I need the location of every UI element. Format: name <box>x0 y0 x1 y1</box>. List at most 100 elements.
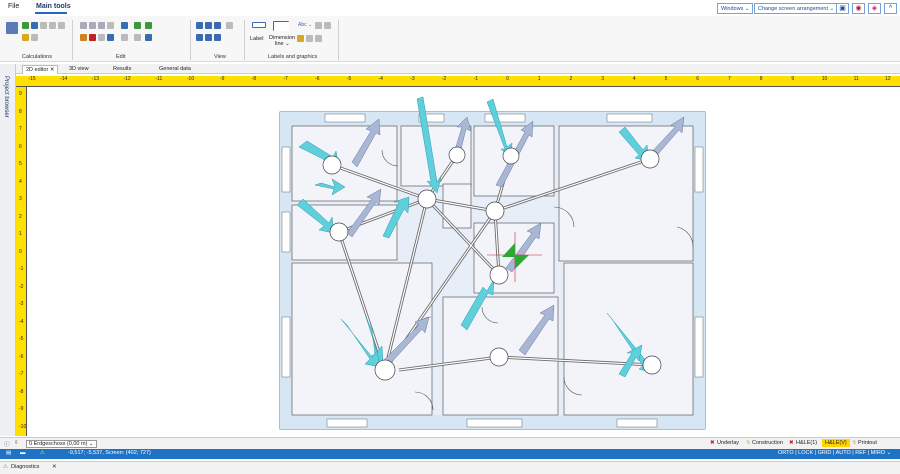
terminal-valve[interactable] <box>485 201 505 221</box>
copy-icon[interactable] <box>80 22 87 29</box>
bring-front-icon[interactable] <box>315 22 322 29</box>
undo-icon[interactable] <box>98 34 105 41</box>
divider <box>190 20 191 60</box>
windows-dropdown[interactable]: Windows ⌄ <box>717 3 754 14</box>
ruler-tick-label: 6 <box>19 143 22 150</box>
snap-modes[interactable]: ORTO | LOCK | GRID | AUTO | REF | MIRO ⌄ <box>778 450 891 456</box>
tab-results[interactable]: Results <box>110 65 134 74</box>
help-icon[interactable]: ◉ <box>852 3 865 14</box>
terminal-valve[interactable] <box>640 149 660 169</box>
grid-icon[interactable] <box>31 22 38 29</box>
tab-2d-editor[interactable]: 2D editor ✕ <box>22 65 59 74</box>
ruler-tick-label: 12 <box>885 76 891 82</box>
hle-v-toggle[interactable]: H&LE(V) <box>822 439 850 447</box>
terminal-valve[interactable] <box>642 355 662 375</box>
tab-3d-view[interactable]: 3D view <box>66 65 92 74</box>
floor-plan[interactable] <box>27 87 900 436</box>
redo-icon[interactable] <box>107 34 114 41</box>
paste-icon[interactable] <box>89 22 96 29</box>
ruler-tick-label: -7 <box>283 76 288 82</box>
terminal-valve[interactable] <box>489 347 509 367</box>
check-icon[interactable] <box>22 22 29 29</box>
move-icon[interactable] <box>121 34 128 41</box>
tab-2d-editor-label: 2D editor <box>26 67 49 73</box>
properties-icon[interactable] <box>134 22 141 29</box>
minus-icon[interactable]: ▬ <box>20 450 26 456</box>
dimension-icon[interactable] <box>273 21 289 31</box>
send-back-icon[interactable] <box>324 22 331 29</box>
terminal-valve[interactable] <box>502 147 520 165</box>
layer-icon[interactable]: ⇩ <box>14 440 19 446</box>
ruler-tick-label: -4 <box>378 76 383 82</box>
collapse-icon[interactable]: ^ <box>884 3 897 14</box>
window <box>326 418 368 428</box>
warning-icon[interactable]: ⚠ <box>40 450 45 456</box>
text-style-dropdown[interactable]: Abc ⌄ <box>298 22 312 28</box>
window <box>694 146 704 193</box>
select-icon[interactable] <box>107 22 114 29</box>
label-icon[interactable] <box>252 22 266 28</box>
drop3-icon[interactable] <box>58 22 65 29</box>
zoom-window-icon[interactable] <box>214 22 221 29</box>
menu-file[interactable]: File <box>8 3 19 10</box>
zoom-in-icon[interactable] <box>196 22 203 29</box>
ruler-tick-label: 7 <box>19 126 22 132</box>
terminal-valve[interactable] <box>448 146 466 164</box>
floor-selector[interactable]: 0 Erdgeschoss (0,00 m) ⌄ <box>26 440 97 448</box>
info-icon[interactable]: ⓘ <box>4 440 10 448</box>
project-browser-panel[interactable]: Project browser <box>0 64 16 436</box>
rotate-icon[interactable] <box>134 34 141 41</box>
menu-main-tools[interactable]: Main tools <box>36 3 71 10</box>
ruler-tick-label: 2 <box>19 213 22 220</box>
group-calculations: Calculations <box>22 54 52 60</box>
info-icon[interactable] <box>121 22 128 29</box>
window <box>324 113 366 123</box>
underlay-toggle[interactable]: Underlay <box>717 440 739 446</box>
window-icon[interactable]: ▣ <box>836 3 849 14</box>
label-button[interactable]: Label <box>250 36 263 42</box>
construction-toggle[interactable]: Construction <box>752 440 783 446</box>
ruler-tick-label: 9 <box>791 76 795 82</box>
shape-icon[interactable] <box>306 35 313 42</box>
image-icon[interactable] <box>315 35 322 42</box>
pencil-icon[interactable] <box>297 35 304 42</box>
terminal-valve[interactable] <box>322 155 342 175</box>
change-arrangement-dropdown[interactable]: Change screen arrangement ⌄ <box>754 3 839 14</box>
window <box>466 418 523 428</box>
settings-icon[interactable]: ◈ <box>868 3 881 14</box>
ruler-tick-label: 8 <box>19 108 22 115</box>
diagnostics-tab[interactable]: Diagnostics <box>11 464 39 470</box>
calculate-icon[interactable] <box>6 22 18 34</box>
zoom-prev-icon[interactable] <box>205 34 212 41</box>
project-browser-label[interactable]: Project browser <box>3 76 9 118</box>
list-icon[interactable] <box>31 34 38 41</box>
ruler-tick-label: -2 <box>19 283 24 290</box>
close-icon[interactable]: ✕ <box>52 464 57 470</box>
drawing-canvas[interactable] <box>27 87 900 436</box>
zoom-out-icon[interactable] <box>205 22 212 29</box>
format-icon[interactable] <box>98 22 105 29</box>
cut-icon[interactable] <box>80 34 87 41</box>
zoom-next-icon[interactable] <box>214 34 221 41</box>
document-tabs: 2D editor ✕ 3D view Results General data <box>16 64 900 74</box>
delete-icon[interactable] <box>89 34 96 41</box>
tab-general-data[interactable]: General data <box>156 65 194 74</box>
terminal-valve[interactable] <box>489 265 509 285</box>
printout-toggle[interactable]: Printout <box>858 440 877 446</box>
table-icon[interactable] <box>145 22 152 29</box>
view-options-icon[interactable] <box>226 22 233 29</box>
floor-bar: ⓘ ⇩ 0 Erdgeschoss (0,00 m) ⌄ ✖ Underlay … <box>0 437 900 449</box>
zoom-all-icon[interactable] <box>196 34 203 41</box>
menu-icon[interactable]: ▤ <box>6 450 11 456</box>
pipe-icon[interactable] <box>22 34 29 41</box>
hle1-toggle[interactable]: H&LE(1) <box>796 440 817 446</box>
diagnostics-icon: ⚠ <box>3 464 8 470</box>
terminal-valve[interactable] <box>374 359 396 381</box>
dimension-button-line[interactable]: line ⌄ <box>275 41 290 47</box>
ruler-tick-label: 2 <box>569 76 573 82</box>
text-icon[interactable] <box>145 34 152 41</box>
drop-icon[interactable] <box>40 22 47 29</box>
terminal-valve[interactable] <box>329 222 349 242</box>
terminal-valve[interactable] <box>417 189 437 209</box>
drop2-icon[interactable] <box>49 22 56 29</box>
